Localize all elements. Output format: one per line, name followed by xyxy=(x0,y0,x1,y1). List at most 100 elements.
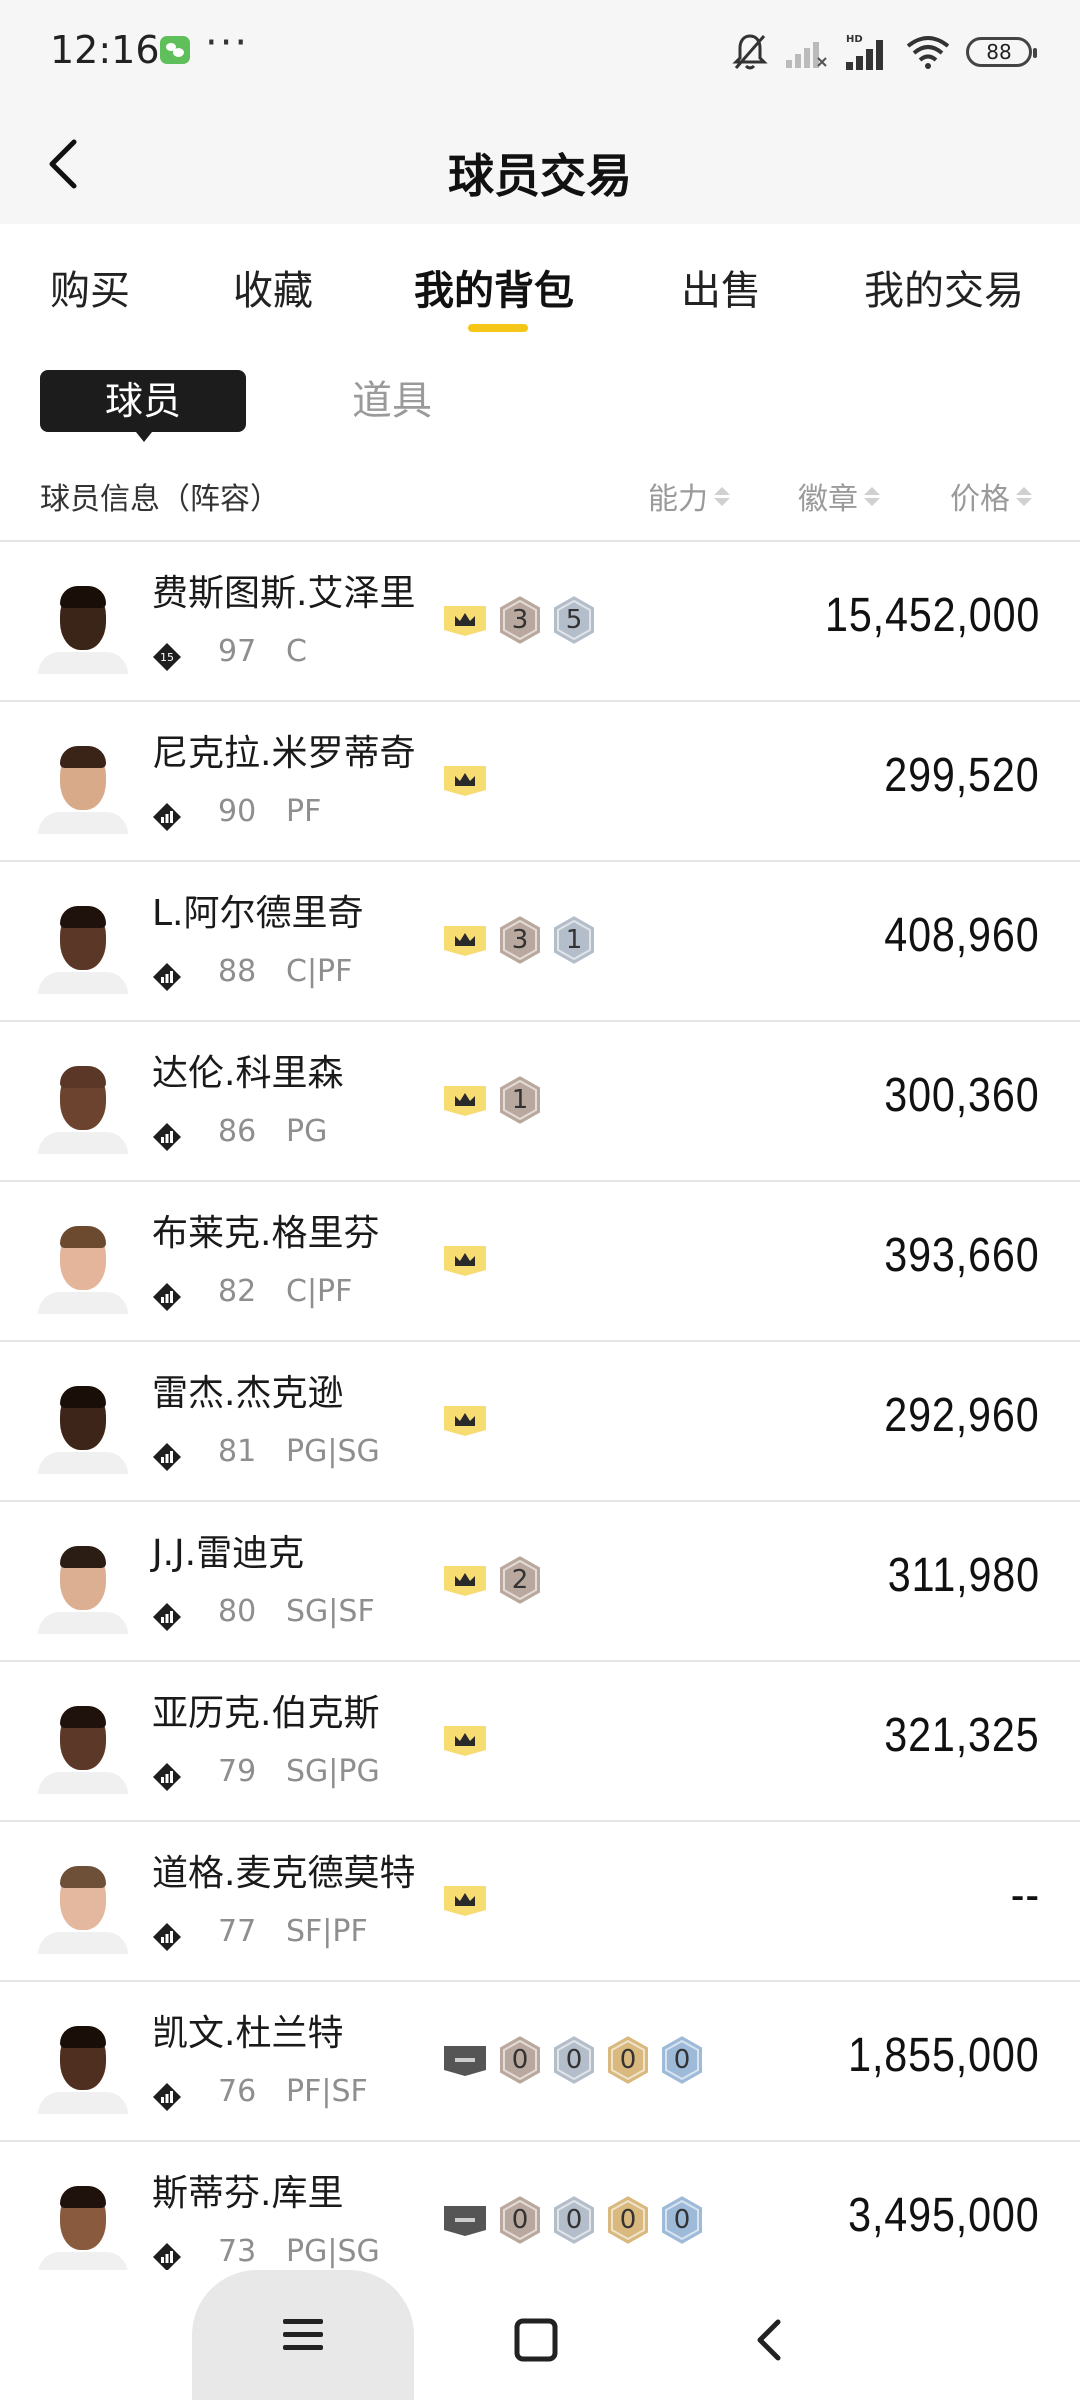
crown-badge-icon xyxy=(444,606,486,636)
player-price: 15,452,000 xyxy=(824,589,1040,642)
nav-menu-button[interactable] xyxy=(192,2270,414,2400)
rating-level-icon xyxy=(153,2083,181,2111)
player-row[interactable]: 达伦.科里森 86 PG 1 300,360 xyxy=(0,1022,1080,1182)
player-position: PF|SF xyxy=(286,2074,368,2109)
status-bar: 12:16 ··· HD 88 xyxy=(0,0,1080,104)
status-icons: HD 88 xyxy=(732,28,1037,76)
battery-icon: 88 xyxy=(966,37,1037,67)
back-chevron-icon[interactable] xyxy=(740,2310,800,2370)
sort-badge-label: 徽章 xyxy=(798,482,858,517)
crown-badge-icon xyxy=(444,1886,486,1916)
player-rating: 77 xyxy=(218,1914,257,1949)
player-rating: 88 xyxy=(218,954,257,989)
tab-favorites[interactable]: 收藏 xyxy=(233,258,313,316)
player-name: J.J.雷迪克 xyxy=(152,1533,305,1574)
player-row[interactable]: 雷杰.杰克逊 81 PG|SG 292,960 xyxy=(0,1342,1080,1502)
sort-price-button[interactable]: 价格 xyxy=(950,474,1032,518)
tab-bar: 购买 收藏 我的背包 出售 我的交易 xyxy=(0,224,1080,342)
player-row[interactable]: 尼克拉.米罗蒂奇 90 PF 299,520 xyxy=(0,702,1080,862)
player-price: 300,360 xyxy=(884,1069,1040,1122)
player-row[interactable]: 凯文.杜兰特 76 PF|SF 0 0 0 0 1,855,000 xyxy=(0,1982,1080,2142)
rating-level-icon xyxy=(153,1443,181,1471)
player-row[interactable]: 道格.麦克德莫特 77 SF|PF -- xyxy=(0,1822,1080,1982)
player-rating: 80 xyxy=(218,1594,257,1629)
medal-badge-bronze: 0 xyxy=(496,2193,544,2247)
player-badges xyxy=(440,1232,490,1288)
sort-arrows-icon xyxy=(864,486,880,506)
player-name: 斯蒂芬.库里 xyxy=(152,2173,344,2214)
sort-ability-label: 能力 xyxy=(648,482,708,517)
player-position: PG|SG xyxy=(286,1434,380,1469)
player-price: 299,520 xyxy=(884,749,1040,802)
medal-badge-bronze: 0 xyxy=(496,2033,544,2087)
medal-badge-gold: 0 xyxy=(604,2193,652,2247)
sort-arrows-icon xyxy=(1016,486,1032,506)
medal-value: 1 xyxy=(565,925,583,955)
sort-price-label: 价格 xyxy=(950,482,1010,517)
crown-badge-icon xyxy=(444,1246,486,1276)
player-position: PG xyxy=(286,1114,328,1149)
crown-badge-icon xyxy=(444,1086,486,1116)
player-avatar xyxy=(38,2018,128,2114)
medal-badge-silver: 0 xyxy=(550,2033,598,2087)
player-avatar xyxy=(38,738,128,834)
sort-badge-button[interactable]: 徽章 xyxy=(798,474,880,518)
wechat-icon xyxy=(160,36,190,64)
medal-value: 0 xyxy=(673,2045,691,2075)
player-avatar xyxy=(38,578,128,674)
player-name: 亚历克.伯克斯 xyxy=(152,1693,380,1734)
player-badges xyxy=(440,1712,490,1768)
tab-buy[interactable]: 购买 xyxy=(50,258,130,316)
player-row[interactable]: 亚历克.伯克斯 79 SG|PG 321,325 xyxy=(0,1662,1080,1822)
player-row[interactable]: L.阿尔德里奇 88 C|PF 31 408,960 xyxy=(0,862,1080,1022)
player-name: 布莱克.格里芬 xyxy=(152,1213,380,1254)
tab-sell[interactable]: 出售 xyxy=(681,258,761,316)
wifi-icon xyxy=(906,36,950,69)
segment-items[interactable]: 道具 xyxy=(352,370,432,432)
status-time: 12:16 xyxy=(50,28,160,72)
player-position: SG|SF xyxy=(286,1594,375,1629)
rating-level-icon xyxy=(153,1603,181,1631)
player-rating: 82 xyxy=(218,1274,257,1309)
player-name: 雷杰.杰克逊 xyxy=(152,1373,344,1414)
player-price: 292,960 xyxy=(884,1389,1040,1442)
player-badges: 2 xyxy=(440,1552,544,1608)
player-avatar xyxy=(38,1058,128,1154)
sort-ability-button[interactable]: 能力 xyxy=(648,474,730,518)
tab-my-trades[interactable]: 我的交易 xyxy=(864,258,1024,316)
player-rating: 86 xyxy=(218,1114,257,1149)
player-row[interactable]: 费斯图斯.艾泽里 15 97 C 35 15,452,000 xyxy=(0,542,1080,702)
player-position: PF xyxy=(286,794,322,829)
player-name: 道格.麦克德莫特 xyxy=(152,1853,416,1894)
medal-value: 0 xyxy=(511,2045,529,2075)
player-avatar xyxy=(38,1538,128,1634)
player-name: 费斯图斯.艾泽里 xyxy=(152,573,416,614)
crown-badge-icon xyxy=(444,1406,486,1436)
medal-value: 3 xyxy=(511,925,529,955)
app-header: 球员交易 xyxy=(0,104,1080,224)
column-player-info: 球员信息（阵容） xyxy=(40,482,280,517)
player-name: 达伦.科里森 xyxy=(152,1053,344,1094)
player-badges xyxy=(440,1392,490,1448)
medal-value: 0 xyxy=(565,2045,583,2075)
medal-badge-gold: 0 xyxy=(604,2033,652,2087)
menu-icon xyxy=(283,2319,323,2350)
medal-badge-bronze: 1 xyxy=(496,1073,544,1127)
medal-value: 0 xyxy=(565,2205,583,2235)
player-avatar xyxy=(38,1858,128,1954)
home-square-icon[interactable] xyxy=(506,2310,566,2370)
player-rating: 76 xyxy=(218,2074,257,2109)
player-avatar xyxy=(38,1378,128,1474)
player-row[interactable]: 布莱克.格里芬 82 C|PF 393,660 xyxy=(0,1182,1080,1342)
more-notifications-icon: ··· xyxy=(205,20,250,66)
shield-badge-icon xyxy=(444,2206,486,2236)
medal-badge-bronze: 3 xyxy=(496,913,544,967)
tab-my-backpack[interactable]: 我的背包 xyxy=(414,258,574,316)
segment-players[interactable]: 球员 xyxy=(40,370,246,442)
player-price: 1,855,000 xyxy=(848,2029,1040,2082)
player-row[interactable]: J.J.雷迪克 80 SG|SF 2 311,980 xyxy=(0,1502,1080,1662)
svg-text:HD: HD xyxy=(846,34,863,45)
player-rating: 73 xyxy=(218,2234,257,2269)
signal-icon xyxy=(786,42,827,68)
player-avatar xyxy=(38,898,128,994)
